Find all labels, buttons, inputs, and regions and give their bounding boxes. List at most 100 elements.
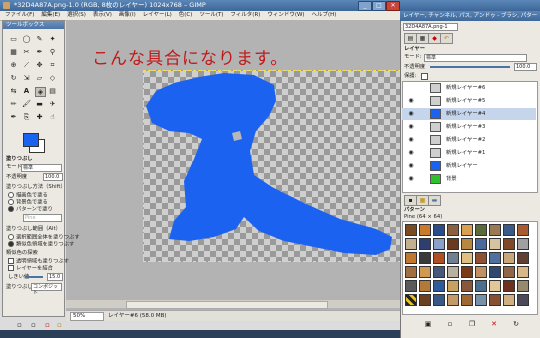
menu-colors[interactable]: 色(C) — [179, 11, 193, 20]
transparent-checkbox[interactable]: 透明領域も塗りつぶす — [8, 258, 69, 265]
scissors-icon[interactable]: ✂ — [22, 48, 31, 56]
pencil-icon[interactable]: ✏ — [9, 100, 18, 108]
pattern-swatch[interactable] — [475, 266, 487, 278]
pattern-swatch[interactable] — [447, 280, 459, 292]
pattern-swatch[interactable] — [447, 266, 459, 278]
pattern-swatch[interactable] — [517, 238, 529, 250]
zoom-icon[interactable]: ⊕ — [9, 61, 18, 69]
area-similar-option[interactable]: 類似色領域を塗りつぶす — [8, 241, 74, 248]
menu-view[interactable]: 表示(V) — [93, 11, 112, 20]
pattern-swatch[interactable] — [405, 238, 417, 250]
menu-select[interactable]: 選択(S) — [67, 11, 86, 20]
pattern-swatch[interactable] — [433, 280, 445, 292]
opacity-field[interactable]: 100.0 — [43, 173, 63, 181]
layer-mode-select[interactable]: 標準 — [424, 54, 527, 62]
eye-icon[interactable]: ◉ — [407, 110, 415, 118]
pattern-swatch[interactable] — [405, 224, 417, 236]
pattern-swatch[interactable] — [419, 280, 431, 292]
horizontal-scrollbar[interactable] — [66, 300, 400, 309]
pattern-swatch[interactable] — [503, 294, 515, 306]
pattern-swatch[interactable] — [517, 224, 529, 236]
pattern-swatch[interactable] — [405, 294, 417, 306]
ink-icon[interactable]: ✒ — [9, 113, 18, 121]
area-selection-option[interactable]: 選択範囲全体を塗りつぶす — [8, 234, 80, 241]
pattern-swatch[interactable] — [489, 252, 501, 264]
eye-icon[interactable]: ◉ — [407, 123, 415, 131]
smudge-icon[interactable]: ☝ — [48, 113, 57, 121]
pattern-swatch[interactable] — [461, 224, 473, 236]
color-picker-icon[interactable]: ⚲ — [48, 48, 57, 56]
pattern-swatch[interactable] — [461, 294, 473, 306]
pattern-swatch[interactable] — [461, 252, 473, 264]
pattern-swatch[interactable] — [433, 294, 445, 306]
blend-icon[interactable]: ▤ — [48, 87, 57, 95]
image-menu[interactable]: 32D4A87A.png-1 — [403, 23, 458, 31]
layer-row[interactable]: ◉ 新規レイヤー#1 — [402, 147, 536, 159]
pattern-swatch[interactable] — [503, 280, 515, 292]
menu-windows[interactable]: ウィンドウ(W) — [267, 11, 304, 20]
layer-row[interactable]: ◉ 背景 — [402, 173, 536, 185]
mode-select[interactable]: 標準 — [21, 164, 62, 172]
flip-icon[interactable]: ⇆ — [9, 87, 18, 95]
layer-row[interactable]: 新規レイヤー#6 — [402, 82, 536, 94]
pattern-swatch[interactable] — [489, 266, 501, 278]
crop-icon[interactable]: ⌗ — [48, 61, 57, 69]
pattern-swatch[interactable] — [419, 266, 431, 278]
restore-options-icon[interactable]: ▫ — [29, 321, 38, 329]
layer-opacity-field[interactable]: 100.0 — [514, 63, 537, 71]
pattern-swatch[interactable] — [475, 238, 487, 250]
menu-image[interactable]: 画像(I) — [119, 11, 136, 20]
ellipse-select-icon[interactable]: ◯ — [22, 35, 31, 43]
threshold-slider[interactable] — [25, 276, 43, 278]
pattern-swatch[interactable] — [447, 252, 459, 264]
menu-help[interactable]: ヘルプ(H) — [312, 11, 337, 20]
shear-icon[interactable]: ▱ — [35, 74, 44, 82]
scale-icon[interactable]: ⇲ — [22, 74, 31, 82]
rect-select-icon[interactable]: ▭ — [9, 35, 18, 43]
pattern-swatch[interactable] — [489, 238, 501, 250]
eye-icon[interactable]: ◉ — [407, 175, 415, 183]
pattern-swatch[interactable] — [475, 224, 487, 236]
minimize-button[interactable]: _ — [358, 1, 372, 11]
pattern-swatch[interactable] — [461, 238, 473, 250]
pattern-swatch[interactable] — [419, 238, 431, 250]
layer-row[interactable]: ◉ 新規レイヤー#3 — [402, 121, 536, 133]
pattern-swatch[interactable] — [503, 266, 515, 278]
fill-pattern-option[interactable]: パターンで塗り — [8, 206, 53, 213]
pattern-swatch[interactable] — [447, 224, 459, 236]
pattern-swatch[interactable] — [489, 224, 501, 236]
pattern-swatch[interactable] — [419, 252, 431, 264]
pattern-swatch[interactable] — [405, 280, 417, 292]
close-button[interactable]: ✕ — [386, 1, 400, 11]
new-pattern-icon[interactable]: ▫ — [446, 320, 454, 328]
scrollbar-thumb[interactable] — [126, 301, 328, 309]
delete-options-icon[interactable]: ▫ — [43, 321, 52, 329]
tab-undo[interactable]: ↶ — [440, 33, 453, 44]
eraser-icon[interactable]: ▬ — [35, 100, 44, 108]
pattern-swatch[interactable] — [461, 266, 473, 278]
fill-bg-option[interactable]: 背景色で塗る — [8, 199, 48, 206]
free-select-icon[interactable]: ✎ — [35, 35, 44, 43]
pattern-swatch[interactable] — [517, 294, 529, 306]
threshold-field[interactable]: 15.0 — [47, 273, 63, 281]
bucket-fill-icon[interactable]: ◈ — [35, 87, 46, 97]
delete-pattern-icon[interactable]: ✕ — [490, 320, 498, 328]
duplicate-pattern-icon[interactable]: ❐ — [468, 320, 476, 328]
move-icon[interactable]: ✥ — [35, 61, 44, 69]
pattern-swatch[interactable] — [433, 266, 445, 278]
pattern-swatch[interactable] — [517, 252, 529, 264]
layer-row[interactable]: ◉ 新規レイヤー#2 — [402, 134, 536, 146]
refresh-pattern-icon[interactable]: ↻ — [512, 320, 520, 328]
pattern-swatch[interactable] — [405, 252, 417, 264]
lock-alpha-checkbox[interactable] — [421, 73, 428, 80]
image-canvas[interactable] — [143, 70, 401, 262]
fill-fg-option[interactable]: 描画色で塗る — [8, 192, 48, 199]
pattern-field[interactable]: Pine — [23, 214, 62, 222]
pattern-swatch[interactable] — [503, 238, 515, 250]
eye-icon[interactable]: ◉ — [407, 97, 415, 105]
clone-icon[interactable]: ⎘ — [22, 113, 31, 121]
pattern-swatch[interactable] — [405, 266, 417, 278]
zoom-field[interactable]: 50% — [70, 312, 104, 321]
measure-icon[interactable]: ⟋ — [22, 61, 31, 69]
edit-pattern-icon[interactable]: ▣ — [424, 320, 432, 328]
